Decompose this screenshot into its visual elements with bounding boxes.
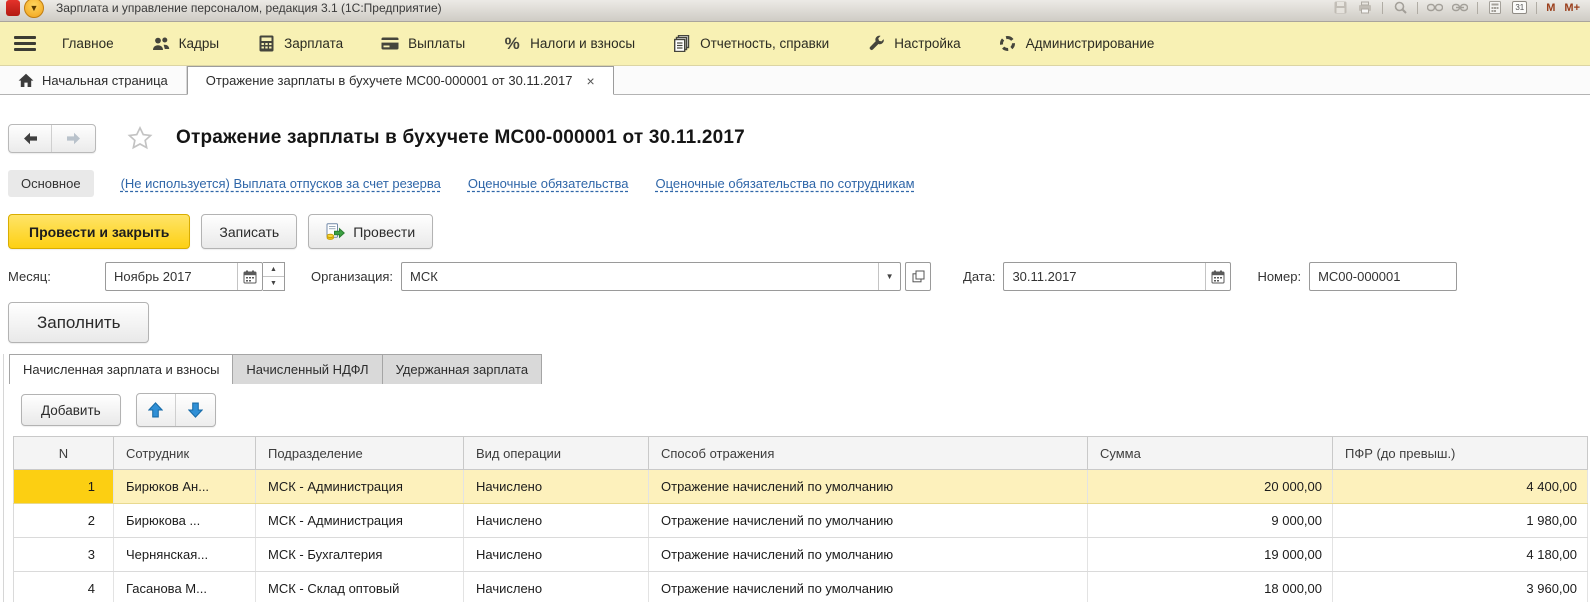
month-input[interactable]: Ноябрь 2017 <box>105 262 263 291</box>
move-row-down-button[interactable] <box>176 394 215 426</box>
window-titlebar: ▼ Зарплата и управление персоналом, реда… <box>0 0 1590 22</box>
table-row[interactable]: 3 Чернянская... МСК - Бухгалтерия Начисл… <box>14 538 1588 572</box>
date-label: Дата: <box>963 269 995 284</box>
get-link-icon[interactable] <box>1427 0 1443 15</box>
memory-m-plus-button[interactable]: M+ <box>1564 2 1580 14</box>
col-pfr[interactable]: ПФР (до превыш.) <box>1333 437 1588 470</box>
menu-item-settings[interactable]: Настройка <box>867 35 960 53</box>
menu-item-taxes[interactable]: % Налоги и взносы <box>503 35 635 53</box>
1c-logo-icon <box>6 0 20 16</box>
back-button[interactable] <box>9 125 52 152</box>
number-label: Номер: <box>1257 269 1301 284</box>
save-icon[interactable] <box>1332 0 1348 15</box>
col-method[interactable]: Способ отражения <box>649 437 1088 470</box>
nav-item-main[interactable]: Основное <box>8 170 94 197</box>
menu-item-staff[interactable]: Кадры <box>152 35 219 53</box>
add-row-button[interactable]: Добавить <box>21 394 121 426</box>
nav-link-estimated-liabilities[interactable]: Оценочные обязательства <box>468 176 629 191</box>
menu-item-salary[interactable]: Зарплата <box>257 35 343 53</box>
tab-accrued-salary[interactable]: Начисленная зарплата и взносы <box>9 354 233 384</box>
section-tabs: Начисленная зарплата и взносы Начисленны… <box>9 354 542 384</box>
page-title: Отражение зарплаты в бухучете МС00-00000… <box>176 127 745 149</box>
gear-icon <box>999 35 1017 53</box>
menu-item-administration[interactable]: Администрирование <box>999 35 1155 53</box>
menu-item-main[interactable]: Главное <box>62 36 114 51</box>
nav-link-vacation-reserve[interactable]: (Не используется) Выплата отпусков за сч… <box>121 176 441 191</box>
month-label: Месяц: <box>8 269 105 284</box>
month-stepper[interactable]: ▲▼ <box>263 262 285 291</box>
go-link-icon[interactable] <box>1452 0 1468 15</box>
date-input[interactable]: 30.11.2017 <box>1003 262 1231 291</box>
main-menu-button[interactable]: ▼ <box>24 0 44 18</box>
tab-withheld-salary[interactable]: Удержанная зарплата <box>383 354 542 384</box>
menu-item-payments[interactable]: Выплаты <box>381 35 465 53</box>
nav-link-estimated-liabilities-employees[interactable]: Оценочные обязательства по сотрудникам <box>656 176 915 191</box>
forward-button[interactable] <box>52 125 95 152</box>
table-header-row: N Сотрудник Подразделение Вид операции С… <box>14 437 1588 470</box>
tab-document[interactable]: Отражение зарплаты в бухучете МС00-00000… <box>187 66 614 95</box>
menu-item-reports[interactable]: Отчетность, справки <box>673 35 829 53</box>
document-header: Отражение зарплаты в бухучете МС00-00000… <box>8 123 1590 153</box>
calendar-icon[interactable]: 31 <box>1512 1 1527 14</box>
action-toolbar: Провести и закрыть Записать Провести <box>8 214 1590 249</box>
document-fields: Месяц: Ноябрь 2017 ▲▼ Организация: МСК ▼… <box>8 262 1590 291</box>
table-toolbar: Добавить <box>21 393 1590 427</box>
window-tabbar: Начальная страница Отражение зарплаты в … <box>0 66 1590 95</box>
table-row[interactable]: 4 Гасанова М... МСК - Склад оптовый Начи… <box>14 572 1588 602</box>
print-icon[interactable] <box>1357 0 1373 15</box>
save-button[interactable]: Записать <box>201 214 297 249</box>
tab-home-page[interactable]: Начальная страница <box>0 66 187 94</box>
table-row[interactable]: 2 Бирюкова ... МСК - Администрация Начис… <box>14 504 1588 538</box>
number-input[interactable]: МС00-000001 <box>1309 262 1457 291</box>
document-nav: Основное (Не используется) Выплата отпус… <box>8 170 1590 197</box>
post-and-close-button[interactable]: Провести и закрыть <box>8 214 190 249</box>
bank-card-icon <box>381 35 399 53</box>
post-document-icon <box>326 223 345 240</box>
organization-label: Организация: <box>311 269 393 284</box>
hamburger-icon[interactable] <box>14 33 36 54</box>
move-row-up-button[interactable] <box>137 394 176 426</box>
tab-accrued-ndfl[interactable]: Начисленный НДФЛ <box>233 354 382 384</box>
app-window: ▼ Зарплата и управление персоналом, реда… <box>0 0 1590 602</box>
col-operation[interactable]: Вид операции <box>464 437 649 470</box>
table-section: Начисленная зарплата и взносы Начисленны… <box>3 354 1590 602</box>
month-calendar-icon[interactable] <box>237 263 262 290</box>
col-department[interactable]: Подразделение <box>256 437 464 470</box>
col-n[interactable]: N <box>14 437 114 470</box>
percent-icon: % <box>503 35 521 53</box>
organization-open-button[interactable] <box>905 262 931 291</box>
calculator-icon <box>257 35 275 53</box>
date-calendar-icon[interactable] <box>1205 263 1230 290</box>
wrench-icon <box>867 35 885 53</box>
close-icon[interactable]: × <box>586 73 594 89</box>
section-menubar: Главное Кадры Зарплата Выплаты % Налоги … <box>0 22 1590 66</box>
favorite-star-icon[interactable] <box>126 125 154 152</box>
window-title: Зарплата и управление персоналом, редакц… <box>56 1 442 15</box>
people-icon <box>152 35 170 53</box>
memory-m-button[interactable]: M <box>1546 2 1555 14</box>
organization-dropdown-icon[interactable]: ▼ <box>878 263 900 290</box>
search-icon[interactable] <box>1392 0 1408 15</box>
table-row[interactable]: 1 Бирюков Ан... МСК - Администрация Начи… <box>14 470 1588 504</box>
salary-table: N Сотрудник Подразделение Вид операции С… <box>13 436 1588 602</box>
fill-button[interactable]: Заполнить <box>8 302 149 343</box>
col-employee[interactable]: Сотрудник <box>114 437 256 470</box>
report-pages-icon <box>673 35 691 53</box>
calculator-icon[interactable] <box>1487 0 1503 15</box>
home-icon <box>18 73 34 88</box>
col-amount[interactable]: Сумма <box>1088 437 1333 470</box>
post-button[interactable]: Провести <box>308 214 433 249</box>
organization-input[interactable]: МСК ▼ <box>401 262 901 291</box>
